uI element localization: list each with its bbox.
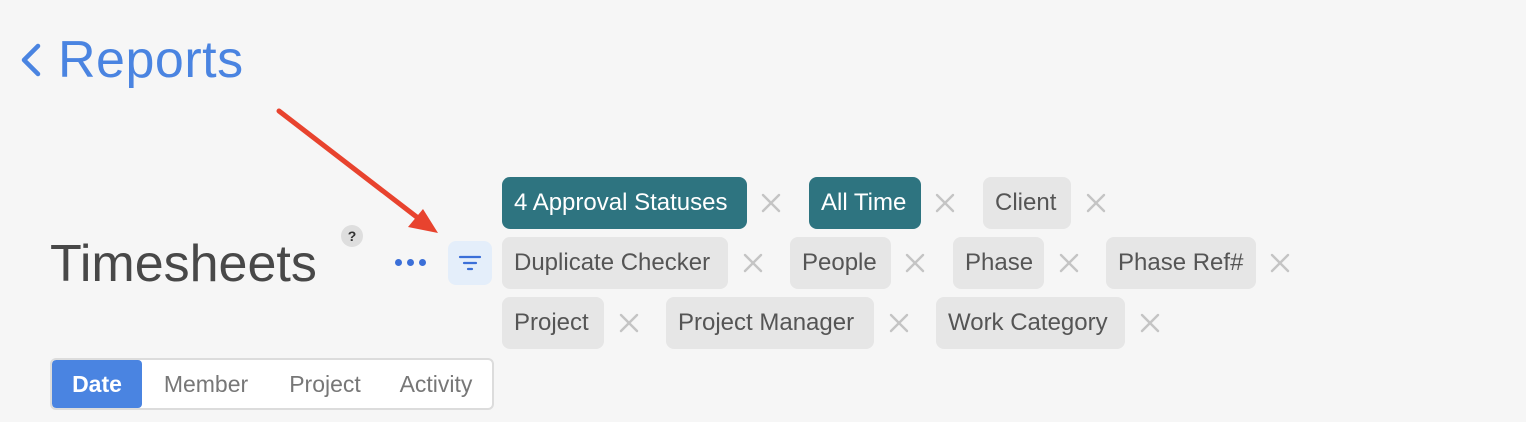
- filter-chip-client[interactable]: Client: [983, 177, 1071, 229]
- tab-member[interactable]: Member: [142, 360, 270, 408]
- back-link-label: Reports: [58, 31, 244, 89]
- filter-chip-work-category[interactable]: Work Category: [936, 297, 1125, 349]
- chevron-left-icon: [21, 43, 41, 77]
- remove-filter-icon[interactable]: [933, 191, 957, 215]
- ellipsis-icon[interactable]: [390, 250, 430, 274]
- remove-filter-icon[interactable]: [903, 251, 927, 275]
- tab-activity[interactable]: Activity: [380, 360, 492, 408]
- back-to-reports-link[interactable]: Reports: [16, 28, 244, 92]
- filter-chip-project-manager[interactable]: Project Manager: [666, 297, 874, 349]
- filter-button[interactable]: [448, 241, 492, 285]
- filter-chip-phase[interactable]: Phase: [953, 237, 1044, 289]
- tab-date[interactable]: Date: [52, 360, 142, 408]
- page-title: Timesheets: [50, 235, 317, 293]
- filter-chip-approval-statuses[interactable]: 4 Approval Statuses: [502, 177, 747, 229]
- remove-filter-icon[interactable]: [741, 251, 765, 275]
- tab-project[interactable]: Project: [270, 360, 380, 408]
- filter-chip-all-time[interactable]: All Time: [809, 177, 921, 229]
- remove-filter-icon[interactable]: [1268, 251, 1292, 275]
- remove-filter-icon[interactable]: [759, 191, 783, 215]
- filter-chip-people[interactable]: People: [790, 237, 891, 289]
- remove-filter-icon[interactable]: [617, 311, 641, 335]
- page: Reports Timesheets ? 4 Approval Statuses…: [0, 0, 1526, 422]
- remove-filter-icon[interactable]: [1084, 191, 1108, 215]
- remove-filter-icon[interactable]: [1057, 251, 1081, 275]
- remove-filter-icon[interactable]: [1138, 311, 1162, 335]
- filter-chip-phase-ref[interactable]: Phase Ref#: [1106, 237, 1256, 289]
- filter-icon: [458, 255, 482, 271]
- filter-chip-duplicate-checker[interactable]: Duplicate Checker: [502, 237, 728, 289]
- help-icon[interactable]: ?: [341, 225, 363, 247]
- group-by-tabs: Date Member Project Activity: [50, 358, 494, 410]
- remove-filter-icon[interactable]: [887, 311, 911, 335]
- filter-chip-project[interactable]: Project: [502, 297, 604, 349]
